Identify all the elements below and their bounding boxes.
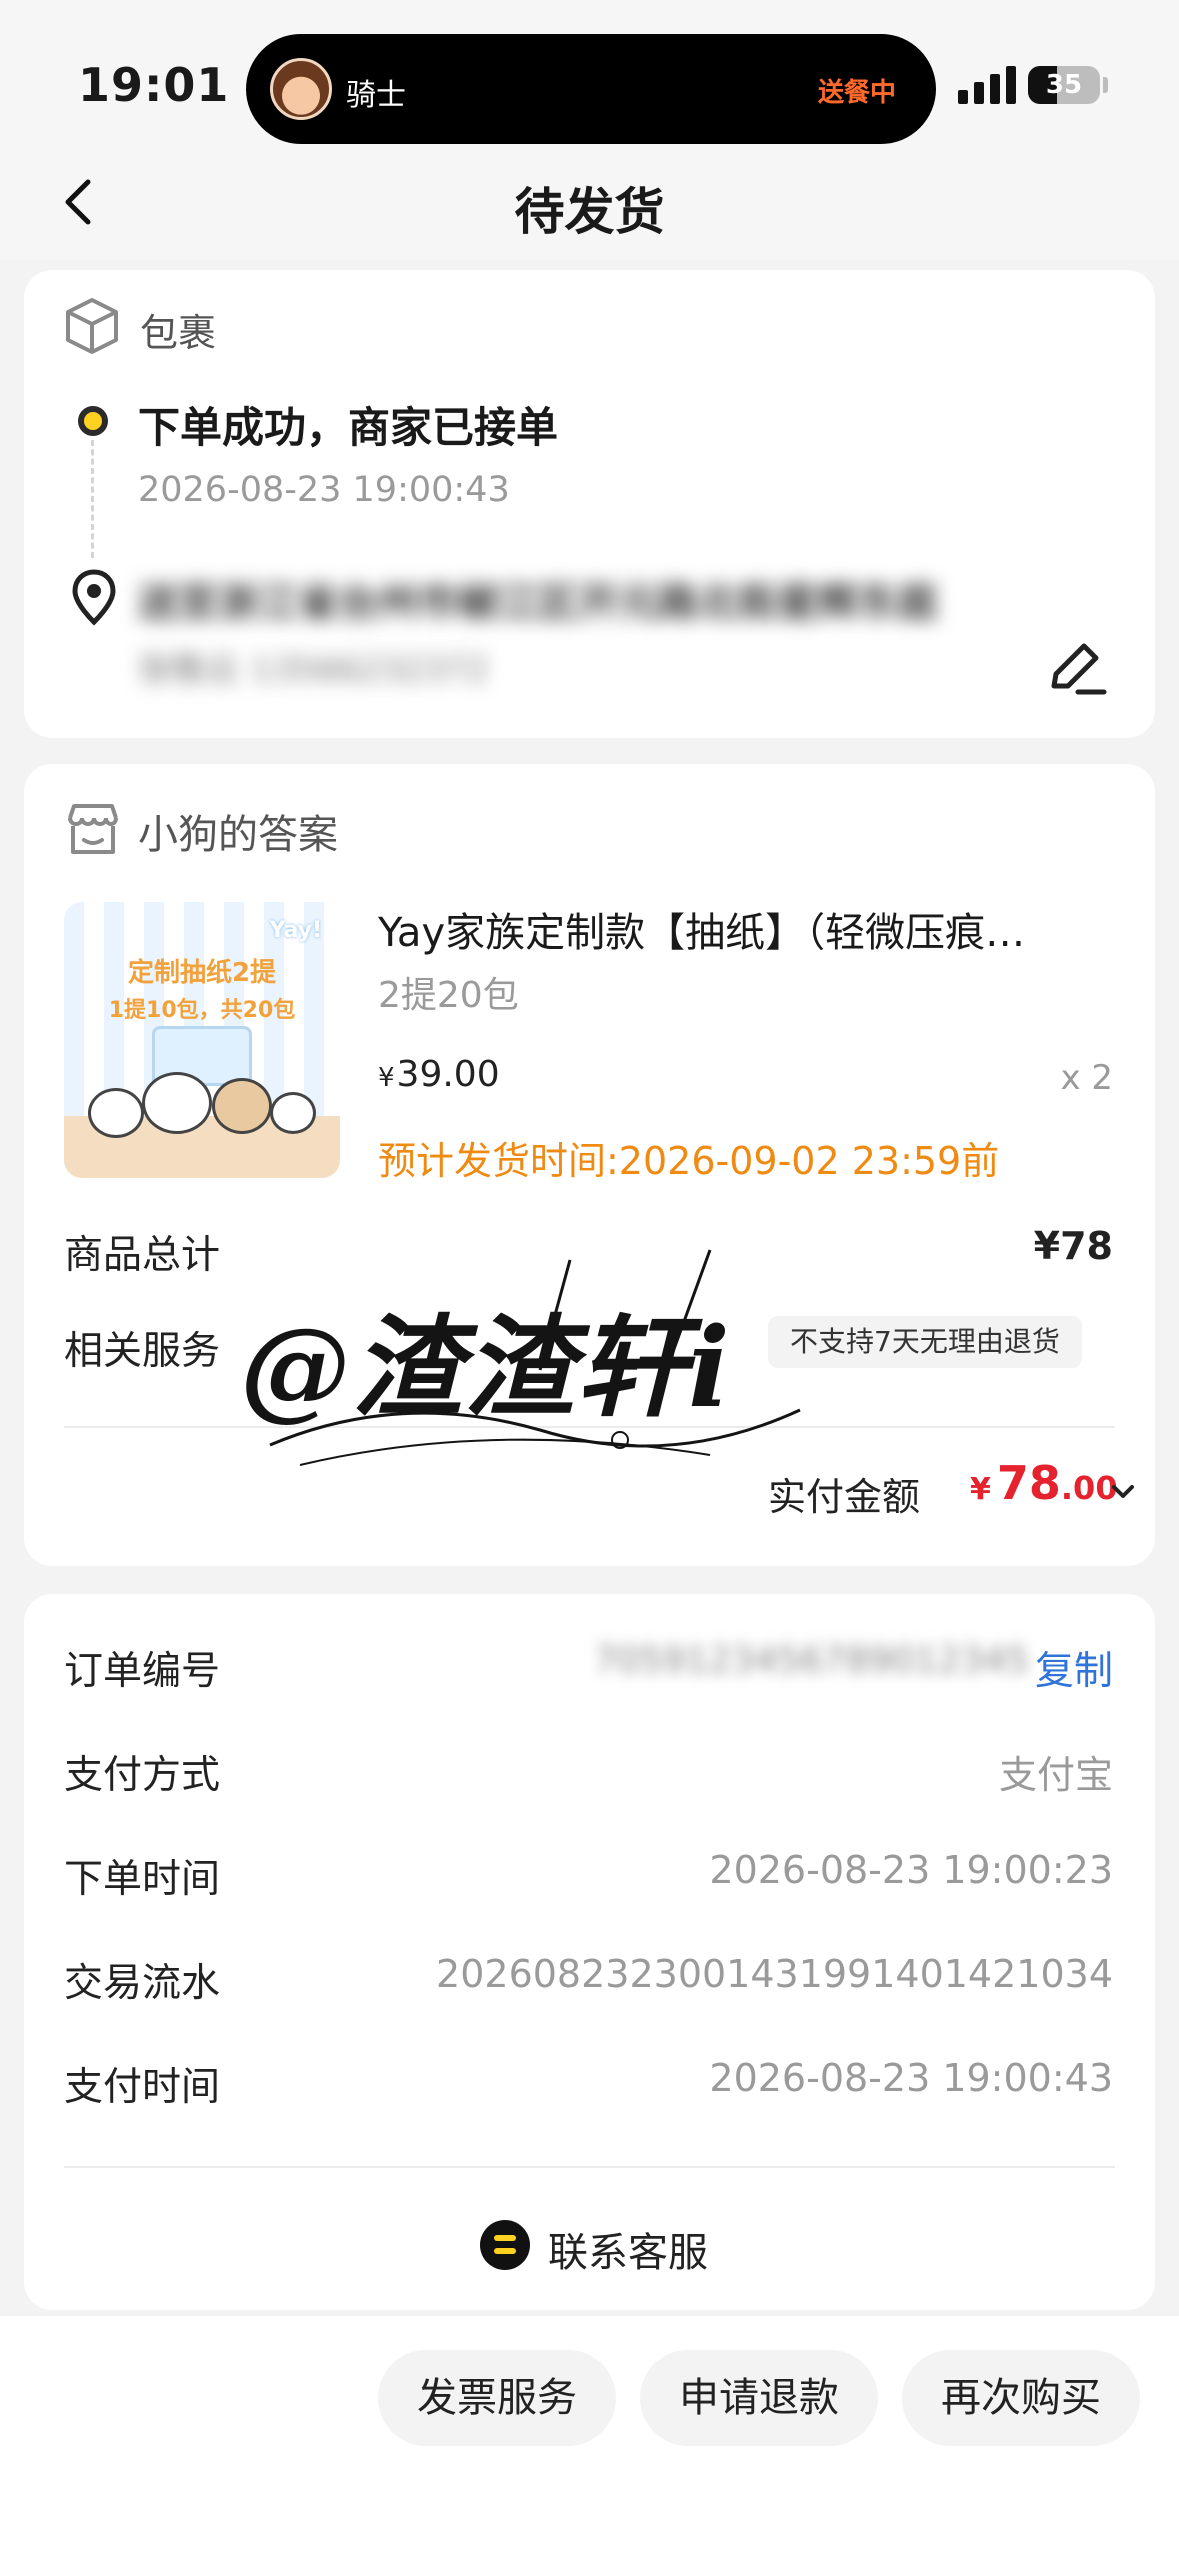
chevron-down-icon[interactable] [1110,1482,1136,1502]
battery-level: 35 [1045,70,1083,100]
track-line [91,440,94,558]
nav-bar: 待发货 [0,150,1179,260]
dog-character-graphic [88,1088,144,1138]
location-pin-icon [72,569,116,626]
buy-again-button[interactable]: 再次购买 [902,2350,1140,2446]
product-price: ¥39.00 [378,1054,500,1095]
invoice-service-button[interactable]: 发票服务 [378,2350,616,2446]
product-image-title: 定制抽纸2提 [127,958,277,988]
receiver-contact: 张敬云 13566232372 [138,650,489,690]
paid-integer: 78 [996,1456,1061,1510]
price-value: 39.00 [396,1054,500,1095]
estimated-ship-time: 预计发货时间:2026-09-02 23:59前 [378,1139,1000,1183]
track-current-dot [78,406,108,436]
order-info-card: 订单编号 7059123456789012345 复制 支付方式 支付宝 下单时… [24,1594,1155,2310]
delivery-address: 送至浙江省台州市椒江区开元路北街星辉东庭 [138,580,938,622]
edit-icon [1051,643,1107,695]
payment-method: 支付宝 [998,1753,1113,1797]
order-time: 2026-08-23 19:00:23 [709,1848,1113,1892]
contact-service-button[interactable]: 联系客服 [24,2212,1155,2282]
track-status: 下单成功，商家已接单 [138,403,559,452]
product-name[interactable]: Yay家族定制款【抽纸】（轻微压痕… [378,900,1128,958]
product-image[interactable]: Yay! 定制抽纸2提 1提10包，共20包 [64,902,340,1178]
service-tag: 不支持7天无理由退货 [768,1316,1082,1368]
status-bar: 19:01 骑士 送餐中 35 [0,0,1179,170]
rider-avatar [270,58,332,120]
dog-character-graphic [142,1072,212,1134]
product-image-subtitle: 1提10包，共20包 [108,998,296,1023]
payment-time: 2026-08-23 19:00:43 [709,2056,1113,2100]
service-label: 相关服务 [64,1329,221,1374]
delivery-status: 送餐中 [817,78,896,108]
goods-card: 小狗的答案 Yay! 定制抽纸2提 1提10包，共20包 Yay家族定制款【抽纸… [24,764,1155,1566]
customer-service-icon [480,2220,530,2270]
track-time: 2026-08-23 19:00:43 [138,470,510,510]
package-card: 包裹 下单成功，商家已接单 2026-08-23 19:00:43 送至浙江省台… [24,270,1155,738]
clock: 19:01 [78,58,230,112]
shop-icon [68,804,118,854]
divider [64,2166,1115,2168]
goods-total-value: ¥78 [1033,1224,1113,1268]
order-number: 7059123456789012345 [594,1640,1030,1681]
dog-character-graphic [212,1078,272,1134]
package-title: 包裹 [140,311,217,355]
trade-number-label: 交易流水 [64,1961,221,2006]
order-number-label: 订单编号 [64,1649,221,1694]
page-title: 待发货 [514,183,665,241]
bottom-action-bar: 发票服务 申请退款 再次购买 [0,2316,1179,2556]
product-spec: 2提20包 [378,975,519,1016]
divider [64,1426,1115,1428]
order-time-label: 下单时间 [64,1857,221,1902]
shop-name[interactable]: 小狗的答案 [138,802,338,860]
rider-name: 骑士 [346,78,406,113]
paid-amount[interactable]: ¥78.00 [970,1456,1118,1510]
price-currency: ¥ [378,1063,395,1093]
trade-number: 2026082323001431991401421034 [436,1952,1113,1996]
paid-currency: ¥ [970,1472,991,1507]
contact-service-label: 联系客服 [548,2230,708,2276]
product-image-brand: Yay! [269,918,322,943]
dog-character-graphic [270,1092,316,1134]
request-refund-button[interactable]: 申请退款 [640,2350,878,2446]
payment-method-label: 支付方式 [64,1753,221,1798]
copy-order-number-button[interactable]: 复制 [1035,1640,1113,1696]
payment-time-label: 支付时间 [64,2065,221,2110]
package-icon [66,298,118,354]
battery-icon: 35 [1028,66,1100,104]
signal-icon [958,64,1016,104]
goods-total-label: 商品总计 [64,1233,221,1278]
dynamic-island[interactable]: 骑士 送餐中 [246,34,936,144]
paid-amount-label: 实付金额 [768,1475,921,1519]
battery-tip [1103,77,1108,93]
order-detail-page: 19:01 骑士 送餐中 35 待发货 包裹 下单成功，商家已接单 2026-0… [0,0,1179,2556]
edit-address-button[interactable] [1044,636,1114,702]
product-quantity: x 2 [1060,1058,1113,1098]
